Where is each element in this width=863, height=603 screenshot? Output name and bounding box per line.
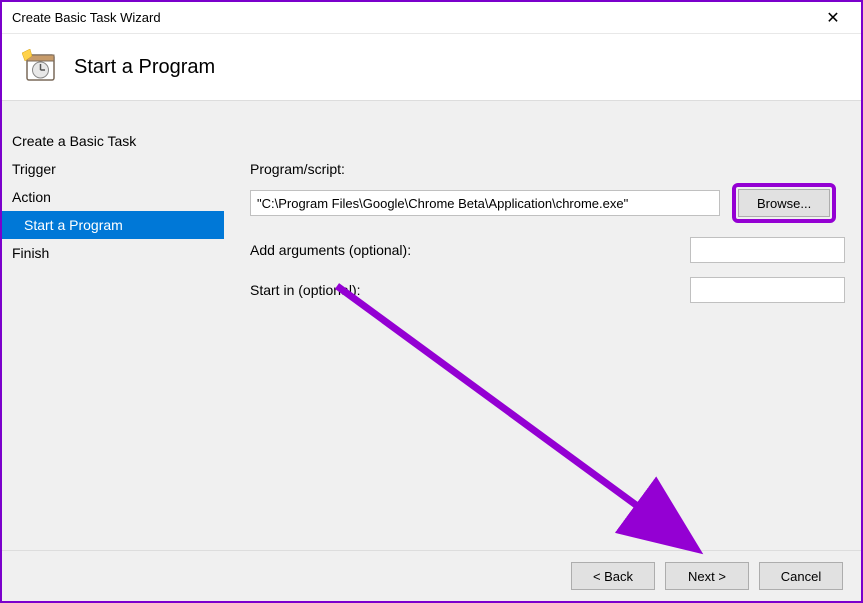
content-area: Create a Basic Task Trigger Action Start… [2,100,861,551]
titlebar: Create Basic Task Wizard ✕ [2,2,861,34]
next-button[interactable]: Next > [665,562,749,590]
sidebar-item-create-basic-task[interactable]: Create a Basic Task [2,127,224,155]
cancel-button[interactable]: Cancel [759,562,843,590]
window-title: Create Basic Task Wizard [12,10,161,25]
browse-button[interactable]: Browse... [738,189,830,217]
start-in-input[interactable] [690,277,845,303]
browse-highlight: Browse... [732,183,836,223]
program-script-input[interactable] [250,190,720,216]
page-title: Start a Program [74,56,215,79]
back-button[interactable]: < Back [571,562,655,590]
wizard-sidebar: Create a Basic Task Trigger Action Start… [2,101,224,550]
start-in-label: Start in (optional): [250,282,690,298]
main-panel: Program/script: Browse... Add arguments … [224,101,863,550]
sidebar-item-action[interactable]: Action [2,183,224,211]
program-script-label: Program/script: [250,161,845,177]
sidebar-item-finish[interactable]: Finish [2,239,224,267]
sidebar-item-start-a-program[interactable]: Start a Program [2,211,224,239]
wizard-footer: < Back Next > Cancel [2,551,861,601]
sidebar-item-trigger[interactable]: Trigger [2,155,224,183]
add-arguments-input[interactable] [690,237,845,263]
close-icon: ✕ [826,8,839,28]
wizard-header: Start a Program [2,34,861,100]
wizard-icon [22,49,58,85]
close-button[interactable]: ✕ [813,4,853,32]
add-arguments-label: Add arguments (optional): [250,242,690,258]
